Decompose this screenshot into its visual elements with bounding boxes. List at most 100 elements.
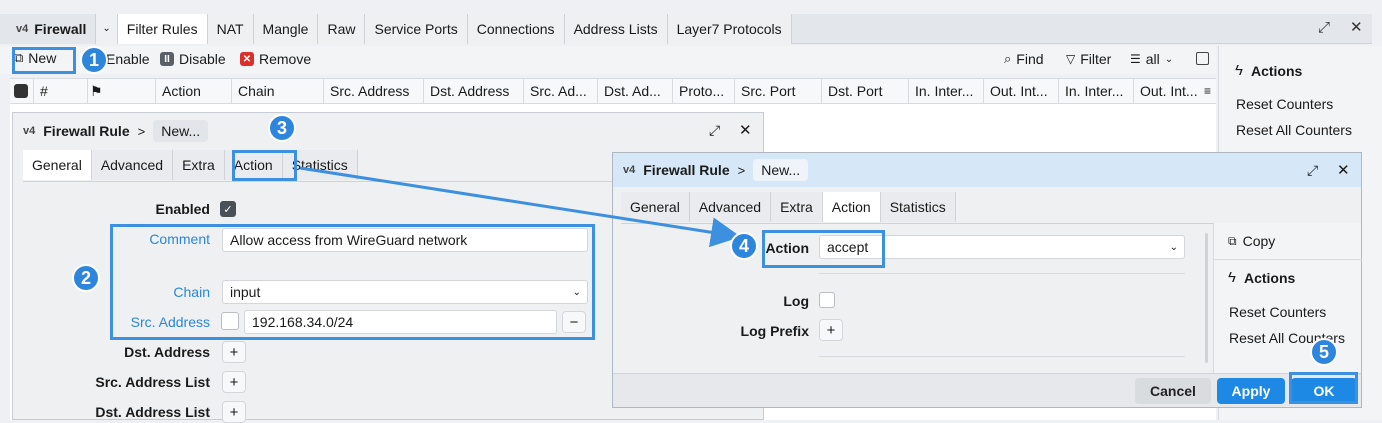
remove-icon: ✕ bbox=[240, 52, 254, 66]
restore-icon[interactable]: ⤢ bbox=[1307, 162, 1318, 179]
log-prefix-label: Log Prefix bbox=[740, 323, 809, 339]
step-badge-1: 1 bbox=[80, 46, 108, 74]
ipv4-icon: v4 bbox=[623, 164, 636, 176]
close-icon[interactable]: ✕ bbox=[1337, 161, 1350, 179]
column-in-interface[interactable]: In. Inter... bbox=[909, 78, 984, 104]
panel-toggle-icon[interactable] bbox=[1196, 52, 1209, 65]
log-checkbox[interactable] bbox=[819, 292, 835, 308]
breadcrumb: New... bbox=[753, 159, 809, 181]
dst-address-label: Dst. Address bbox=[124, 344, 210, 360]
tab-service-ports[interactable]: Service Ports bbox=[365, 13, 468, 44]
lightning-icon: ϟ bbox=[1235, 62, 1243, 79]
cancel-button[interactable]: Cancel bbox=[1135, 378, 1211, 404]
restore-icon[interactable]: ⤢ bbox=[709, 122, 720, 139]
tab-layer7-protocols[interactable]: Layer7 Protocols bbox=[667, 13, 792, 44]
tabs-dropdown-button[interactable]: ⌄ bbox=[96, 13, 118, 44]
highlight-ok-button bbox=[1289, 372, 1358, 404]
disable-button[interactable]: II Disable bbox=[160, 51, 226, 67]
column-dst-port[interactable]: Dst. Port bbox=[822, 78, 909, 104]
column-in-interface-list[interactable]: In. Inter... bbox=[1059, 78, 1134, 104]
tab-advanced[interactable]: Advanced bbox=[91, 150, 174, 180]
actions-heading: ϟ Actions bbox=[1228, 269, 1296, 286]
ipv4-icon: v4 bbox=[23, 125, 36, 137]
add-src-address-list-button[interactable]: + bbox=[222, 371, 246, 393]
tab-general[interactable]: General bbox=[23, 150, 92, 180]
divider bbox=[819, 356, 1185, 357]
step-badge-3: 3 bbox=[268, 114, 296, 142]
highlight-action-field bbox=[762, 230, 885, 268]
tab-nat[interactable]: NAT bbox=[207, 13, 254, 44]
tab-advanced[interactable]: Advanced bbox=[689, 192, 772, 222]
column-dst-address-list[interactable]: Dst. Ad... bbox=[598, 78, 673, 104]
highlight-action-tab bbox=[232, 150, 297, 181]
pause-icon: II bbox=[160, 52, 174, 66]
column-out-interface-list[interactable]: Out. Int... bbox=[1134, 78, 1204, 104]
step-badge-2: 2 bbox=[72, 264, 100, 292]
column-src-address-list[interactable]: Src. Ad... bbox=[524, 78, 598, 104]
column-action[interactable]: Action bbox=[156, 78, 232, 104]
tab-filter-rules[interactable]: Filter Rules bbox=[117, 13, 208, 44]
tab-extra[interactable]: Extra bbox=[173, 150, 225, 180]
copy-icon: ⧉ bbox=[1228, 233, 1237, 248]
chevron-down-icon: ⌄ bbox=[1169, 241, 1178, 253]
close-icon[interactable]: ✕ bbox=[739, 121, 752, 139]
filter-select[interactable]: ☰ all ⌄ bbox=[1130, 51, 1173, 67]
remove-button[interactable]: ✕ Remove bbox=[240, 51, 311, 67]
apply-button[interactable]: Apply bbox=[1217, 378, 1285, 404]
column-number[interactable]: # bbox=[34, 78, 88, 104]
column-flag[interactable]: ⚑ bbox=[88, 78, 156, 104]
tab-raw[interactable]: Raw bbox=[318, 13, 366, 44]
funnel-icon: ▽ bbox=[1066, 52, 1076, 66]
tab-statistics[interactable]: Statistics bbox=[880, 192, 956, 222]
src-address-list-label: Src. Address List bbox=[95, 374, 210, 390]
ipv4-icon: v4 bbox=[16, 22, 29, 35]
tab-mangle[interactable]: Mangle bbox=[253, 13, 319, 44]
column-src-port[interactable]: Src. Port bbox=[735, 78, 822, 104]
dst-address-list-label: Dst. Address List bbox=[95, 404, 210, 420]
filter-button[interactable]: ▽ Filter bbox=[1066, 51, 1111, 67]
copy-button[interactable]: ⧉ Copy bbox=[1228, 233, 1275, 249]
tab-action[interactable]: Action bbox=[822, 192, 881, 222]
find-button[interactable]: ⌕ Find bbox=[1004, 51, 1044, 67]
scrollbar[interactable] bbox=[1205, 233, 1208, 363]
select-all-checkbox[interactable] bbox=[10, 78, 34, 104]
highlight-new-button bbox=[12, 47, 76, 74]
column-chain[interactable]: Chain bbox=[232, 78, 324, 104]
filter-list-icon: ☰ bbox=[1130, 52, 1141, 66]
add-dst-address-button[interactable]: + bbox=[222, 341, 246, 363]
reset-counters-button[interactable]: Reset Counters bbox=[1229, 304, 1326, 320]
enabled-checkbox[interactable]: ✓ bbox=[220, 201, 236, 217]
firewall-rule-dialog-action: v4 Firewall Rule > New... ⤢ ✕ General Ad… bbox=[612, 152, 1362, 408]
reset-counters-button[interactable]: Reset Counters bbox=[1236, 96, 1333, 112]
toolbar: ⧉ New Enable II Disable ✕ Remove ⌕ Find … bbox=[0, 46, 1216, 74]
search-icon: ⌕ bbox=[1004, 51, 1012, 66]
tab-general[interactable]: General bbox=[621, 192, 690, 222]
dialog-side-panel: ⧉ Copy ϟ Actions Reset Counters Reset Al… bbox=[1213, 223, 1362, 373]
window-title: v4 Firewall bbox=[0, 13, 97, 44]
actions-heading: ϟ Actions bbox=[1235, 62, 1303, 79]
add-log-prefix-button[interactable]: + bbox=[819, 319, 843, 341]
main-tab-bar: v4 Firewall ⌄ Filter Rules NAT Mangle Ra… bbox=[0, 13, 1372, 44]
enable-button[interactable]: Enable bbox=[106, 51, 150, 67]
columns-menu-icon[interactable]: ≡ bbox=[1204, 84, 1211, 98]
breadcrumb: New... bbox=[153, 120, 209, 142]
column-dst-address[interactable]: Dst. Address bbox=[424, 78, 524, 104]
tab-address-lists[interactable]: Address Lists bbox=[564, 13, 668, 44]
reset-all-counters-button[interactable]: Reset All Counters bbox=[1236, 122, 1352, 138]
close-icon[interactable]: ✕ bbox=[1350, 18, 1363, 36]
highlight-fields bbox=[110, 224, 595, 340]
flag-icon: ⚑ bbox=[90, 82, 103, 99]
dialog-tabs: General Advanced Extra Action Statistics bbox=[621, 191, 1361, 224]
tab-connections[interactable]: Connections bbox=[467, 13, 565, 44]
lightning-icon: ϟ bbox=[1228, 269, 1236, 286]
dialog-footer: Cancel Apply OK bbox=[613, 373, 1361, 407]
column-out-interface[interactable]: Out. Int... bbox=[984, 78, 1059, 104]
log-label: Log bbox=[783, 293, 809, 309]
tab-extra[interactable]: Extra bbox=[771, 192, 823, 222]
step-badge-5: 5 bbox=[1310, 338, 1338, 366]
chevron-down-icon: ⌄ bbox=[102, 23, 111, 34]
restore-icon[interactable]: ⤢ bbox=[1318, 19, 1330, 36]
divider bbox=[819, 273, 1185, 274]
column-src-address[interactable]: Src. Address bbox=[324, 78, 424, 104]
column-protocol[interactable]: Proto... bbox=[673, 78, 735, 104]
